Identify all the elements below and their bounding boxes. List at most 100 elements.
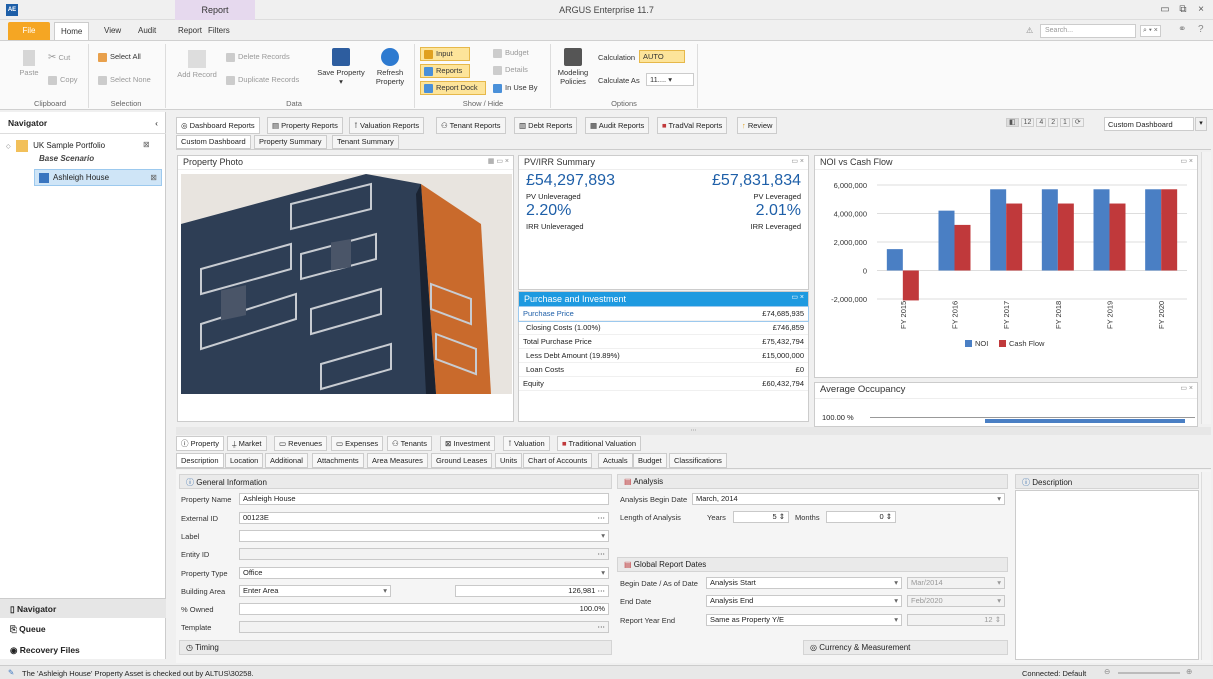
paste-button[interactable]: Paste [18,50,40,77]
calculate-as-select[interactable]: 11.... ▾ [646,73,694,86]
property-type-select[interactable]: Office ▾ [239,567,609,579]
link-icon[interactable]: ⚭ [1178,24,1186,35]
dashboard-select-arrow-icon[interactable]: ▾ [1195,117,1207,131]
delete-records-button[interactable]: Delete Records [226,52,290,62]
subtab-classifications[interactable]: Classifications [669,453,727,468]
tab-debt-reports[interactable]: ▥ Debt Reports [514,117,578,134]
tab-traditional-valuation[interactable]: ■ Traditional Valuation [557,436,642,451]
stepper-icon[interactable]: ⇕ [779,512,785,521]
panel-controls-icon[interactable]: ▦ ▭ × [488,157,509,165]
subtab-units[interactable]: Units [495,453,523,468]
dashboard-select[interactable]: Custom Dashboard [1104,117,1194,131]
tab-revenues[interactable]: ▭ Revenues [274,436,327,451]
form-scrollbar[interactable] [1201,472,1211,660]
zoom-slider[interactable] [1118,672,1180,674]
alert-icon[interactable]: ⚠ [1026,26,1033,35]
subtab-description[interactable]: Description [176,453,224,468]
ellipsis-icon[interactable]: ⋯ [598,586,606,595]
months-stepper[interactable]: 0 ⇕ [826,511,896,523]
tab-valuation-reports[interactable]: ⊺ Valuation Reports [349,117,425,134]
ellipsis-icon[interactable]: ⋯ [598,549,606,559]
select-none-button[interactable]: Select None [98,75,151,85]
panel-controls-icon[interactable]: ▭ × [1180,157,1193,165]
building-area-mode-select[interactable]: Enter Area ▾ [239,585,391,597]
tab-home[interactable]: Home [54,22,90,40]
dropdown-icon[interactable]: ▾ [894,578,898,588]
tab-file[interactable]: File [8,22,50,40]
zoom-in-icon[interactable]: ⊕ [1186,667,1192,676]
dropdown-icon[interactable]: ▾ [601,568,605,578]
page-2[interactable]: 2 [1048,118,1059,127]
tab-audit-reports[interactable]: ▦ Audit Reports [585,117,650,134]
search-options-icon[interactable]: ⌕ ▾ × [1140,25,1161,37]
tab-market[interactable]: ⍊ Market [227,436,267,451]
end-date-field[interactable]: Feb/2020 ▾ [907,595,1005,607]
cut-button[interactable]: ✂ Cut [48,52,70,63]
subtab-actuals[interactable]: Actuals [598,453,633,468]
page-1[interactable]: 1 [1060,118,1070,127]
subtab-tenant-summary[interactable]: Tenant Summary [332,135,399,149]
year-end-select[interactable]: Same as Property Y/E ▾ [706,614,902,626]
tree-toggle-icon[interactable]: ◇ [6,144,11,150]
label-select[interactable]: ▾ [239,530,609,542]
close-icon[interactable]: × [1194,3,1208,17]
dropdown-icon[interactable]: ▾ [894,596,898,606]
details-toggle[interactable]: Details [493,65,528,75]
stepper-icon[interactable]: ⇕ [886,512,892,521]
building-area-field[interactable]: 126,981 ⋯ [455,585,609,597]
end-date-select[interactable]: Analysis End ▾ [706,595,902,607]
currency-header[interactable]: ◎ Currency & Measurement [803,640,1008,655]
close-portfolio-icon[interactable]: ⊠ [143,140,150,149]
restore-icon[interactable]: ⧉ [1176,3,1190,17]
add-record-button[interactable]: Add Record [176,50,218,79]
entity-id-field[interactable]: ⋯ [239,548,609,560]
splitter[interactable]: ⋯ [176,427,1211,435]
tab-view[interactable]: View [98,22,127,40]
panel-controls-icon[interactable]: ▭ × [791,293,804,301]
begin-date-select[interactable]: Analysis Start ▾ [706,577,902,589]
tab-expenses[interactable]: ▭ Expenses [331,436,384,451]
tab-filters[interactable]: Filters [202,22,236,40]
subtab-location[interactable]: Location [225,453,264,468]
dropdown-icon[interactable]: ▾ [997,578,1001,588]
property-name-field[interactable]: Ashleigh House [239,493,609,505]
subtab-additional[interactable]: Additional [265,453,308,468]
begin-date-field[interactable]: Mar/2014 ▾ [907,577,1005,589]
tab-dashboard-reports[interactable]: ◎ Dashboard Reports [176,117,260,134]
subtab-budget[interactable]: Budget [633,453,667,468]
subtab-ground-leases[interactable]: Ground Leases [431,453,493,468]
in-use-by-toggle[interactable]: In Use By [493,83,538,93]
dropdown-icon[interactable]: ▾ [383,586,387,596]
reports-toggle[interactable]: Reports [420,64,470,78]
description-textarea[interactable] [1015,490,1199,660]
tab-property[interactable]: ⓘ Property [176,436,224,451]
input-toggle[interactable]: Input [420,47,470,61]
panel-controls-icon[interactable]: ▭ × [1180,384,1193,392]
help-icon[interactable]: ? [1198,24,1204,35]
refresh-property-button[interactable]: Refresh Property [370,48,410,86]
year-end-number-field[interactable]: 12 ⇕ [907,614,1005,626]
budget-toggle[interactable]: Budget [493,48,529,58]
report-dock-toggle[interactable]: Report Dock [420,81,486,95]
page-12[interactable]: 12 [1020,118,1035,127]
stepper-icon[interactable]: ⇕ [995,615,1001,624]
tab-tenant-reports[interactable]: ⚇ Tenant Reports [436,117,506,134]
collapse-icon[interactable]: ‹ [155,118,158,128]
tree-portfolio[interactable]: ◇ UK Sample Portfolio [6,140,105,152]
subtab-chart-of-accounts[interactable]: Chart of Accounts [523,453,593,468]
save-property-button[interactable]: Save Property ▾ [315,48,367,86]
ellipsis-icon[interactable]: ⋯ [598,513,606,523]
search-input[interactable]: Search... [1040,24,1136,38]
tab-tradval-reports[interactable]: ■ TradVal Reports [657,117,728,134]
scenario-label[interactable]: Base Scenario [39,154,94,163]
dropdown-icon[interactable]: ▾ [997,596,1001,606]
timing-header[interactable]: ◷ Timing [179,640,612,655]
minimize-icon[interactable]: ▭ [1158,3,1172,17]
subtab-property-summary[interactable]: Property Summary [254,135,327,149]
nav-bottom-navigator[interactable]: ▯ Navigator [0,598,166,618]
app-icon[interactable]: AE [6,4,18,16]
nav-bottom-recovery[interactable]: ◉ Recovery Files [0,640,166,660]
calculation-select[interactable]: AUTO [639,50,685,63]
panel-controls-icon[interactable]: ▭ × [791,157,804,165]
tree-property[interactable]: Ashleigh House ⊠ [34,169,162,186]
